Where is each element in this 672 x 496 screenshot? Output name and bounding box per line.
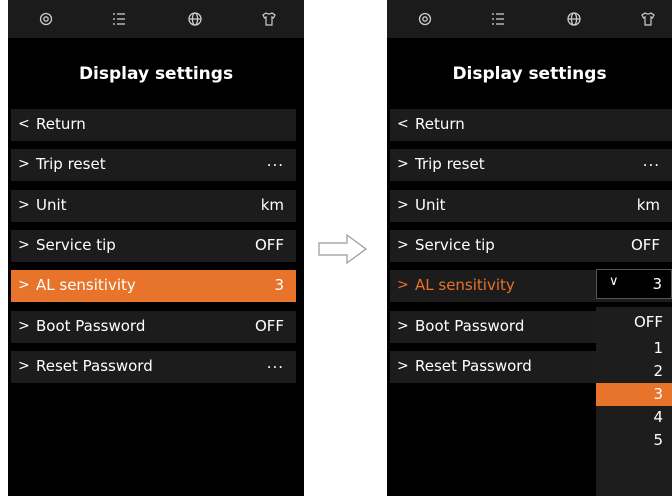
menu-item-label: Trip reset <box>415 155 485 173</box>
chevron-right-icon: > <box>397 197 409 213</box>
shirt-icon <box>262 12 276 26</box>
menu-item-label: Unit <box>36 196 67 214</box>
shirt-tab[interactable] <box>244 0 294 38</box>
menu-item-label: Return <box>36 115 86 133</box>
list-icon <box>492 13 504 25</box>
menu-item-label: Reset Password <box>36 357 153 375</box>
chevron-right-icon: > <box>18 318 30 334</box>
menu-item-label: Boot Password <box>415 317 525 335</box>
page-title: Display settings <box>78 64 234 84</box>
menu-item-value: OFF <box>254 317 284 335</box>
menu-item-return[interactable]: < Return <box>390 109 672 141</box>
page-title: Display settings <box>452 64 607 84</box>
dropdown-option-3[interactable]: 3 <box>596 383 672 406</box>
settings-tab[interactable] <box>21 0 71 38</box>
menu-item-unit[interactable]: > Unit km <box>11 190 296 222</box>
dropdown-option-2[interactable]: 2 <box>596 360 672 383</box>
menu-item-label: Return <box>415 115 465 133</box>
menu-item-label: AL sensitivity <box>36 276 136 294</box>
menu-item-label: Trip reset <box>36 155 106 173</box>
menu-item-trip-reset[interactable]: > Trip reset ... <box>11 149 296 181</box>
right-phone-screen: Display settings < Return > Trip reset .… <box>387 0 672 496</box>
menu-item-label: Reset Password <box>415 357 532 375</box>
chevron-right-icon: > <box>18 358 30 374</box>
shirt-tab[interactable] <box>623 0 672 38</box>
top-tab-bar <box>8 0 304 38</box>
menu-item-reset-password[interactable]: > Reset Password ... <box>11 351 296 383</box>
menu-item-value: OFF <box>254 236 284 254</box>
menu-item-boot-password[interactable]: > Boot Password OFF <box>11 311 296 343</box>
globe-icon <box>567 12 581 26</box>
transition-arrow-icon <box>318 233 368 265</box>
menu-item-label: AL sensitivity <box>415 276 515 294</box>
menu-item-service-tip[interactable]: > Service tip OFF <box>390 230 672 262</box>
menu-item-service-tip[interactable]: > Service tip OFF <box>11 230 296 262</box>
menu-item-trip-reset[interactable]: > Trip reset ... <box>390 149 672 181</box>
list-icon <box>113 13 125 25</box>
settings-tab[interactable] <box>400 0 450 38</box>
chevron-right-icon: > <box>18 156 30 172</box>
al-sensitivity-dropdown[interactable]: ∨ 3 <box>596 269 672 299</box>
chevron-right-icon: > <box>397 358 409 374</box>
menu-item-value: km <box>636 196 660 214</box>
menu-item-value: OFF <box>630 236 660 254</box>
chevron-down-icon: ∨ <box>609 274 619 289</box>
menu-item-value: ... <box>266 152 284 170</box>
list-tab[interactable] <box>473 0 523 38</box>
menu-item-value: ... <box>266 354 284 372</box>
globe-icon <box>188 12 202 26</box>
gear-icon <box>39 12 53 26</box>
dropdown-selected-value: 3 <box>652 275 662 293</box>
dropdown-option-5[interactable]: 5 <box>596 429 672 452</box>
top-tab-bar <box>387 0 672 38</box>
menu-item-label: Service tip <box>415 236 495 254</box>
menu-item-return[interactable]: < Return <box>11 109 296 141</box>
globe-tab[interactable] <box>549 0 599 38</box>
chevron-right-icon: > <box>397 318 409 334</box>
chevron-right-icon: > <box>18 277 30 293</box>
dropdown-option-4[interactable]: 4 <box>596 406 672 429</box>
chevron-right-icon: > <box>18 237 30 253</box>
dropdown-option-1[interactable]: 1 <box>596 337 672 360</box>
chevron-right-icon: > <box>18 197 30 213</box>
menu-item-value: km <box>260 196 284 214</box>
shirt-icon <box>641 12 655 26</box>
chevron-right-icon: > <box>397 156 409 172</box>
dropdown-options-list: OFF 1 2 3 4 5 <box>596 307 672 496</box>
menu-item-label: Service tip <box>36 236 116 254</box>
chevron-left-icon: < <box>18 116 30 132</box>
menu-item-value: 3 <box>274 276 284 294</box>
left-phone-screen: Display settings < Return > Trip reset .… <box>8 0 304 496</box>
menu-item-label: Unit <box>415 196 446 214</box>
menu-item-unit[interactable]: > Unit km <box>390 190 672 222</box>
list-tab[interactable] <box>94 0 144 38</box>
globe-tab[interactable] <box>170 0 220 38</box>
gear-icon <box>418 12 432 26</box>
dropdown-option-off[interactable]: OFF <box>596 307 672 337</box>
chevron-right-icon: > <box>397 277 409 293</box>
chevron-right-icon: > <box>397 237 409 253</box>
chevron-left-icon: < <box>397 116 409 132</box>
menu-item-al-sensitivity[interactable]: > AL sensitivity 3 <box>11 270 296 302</box>
menu-item-label: Boot Password <box>36 317 146 335</box>
menu-item-value: ... <box>642 152 660 170</box>
